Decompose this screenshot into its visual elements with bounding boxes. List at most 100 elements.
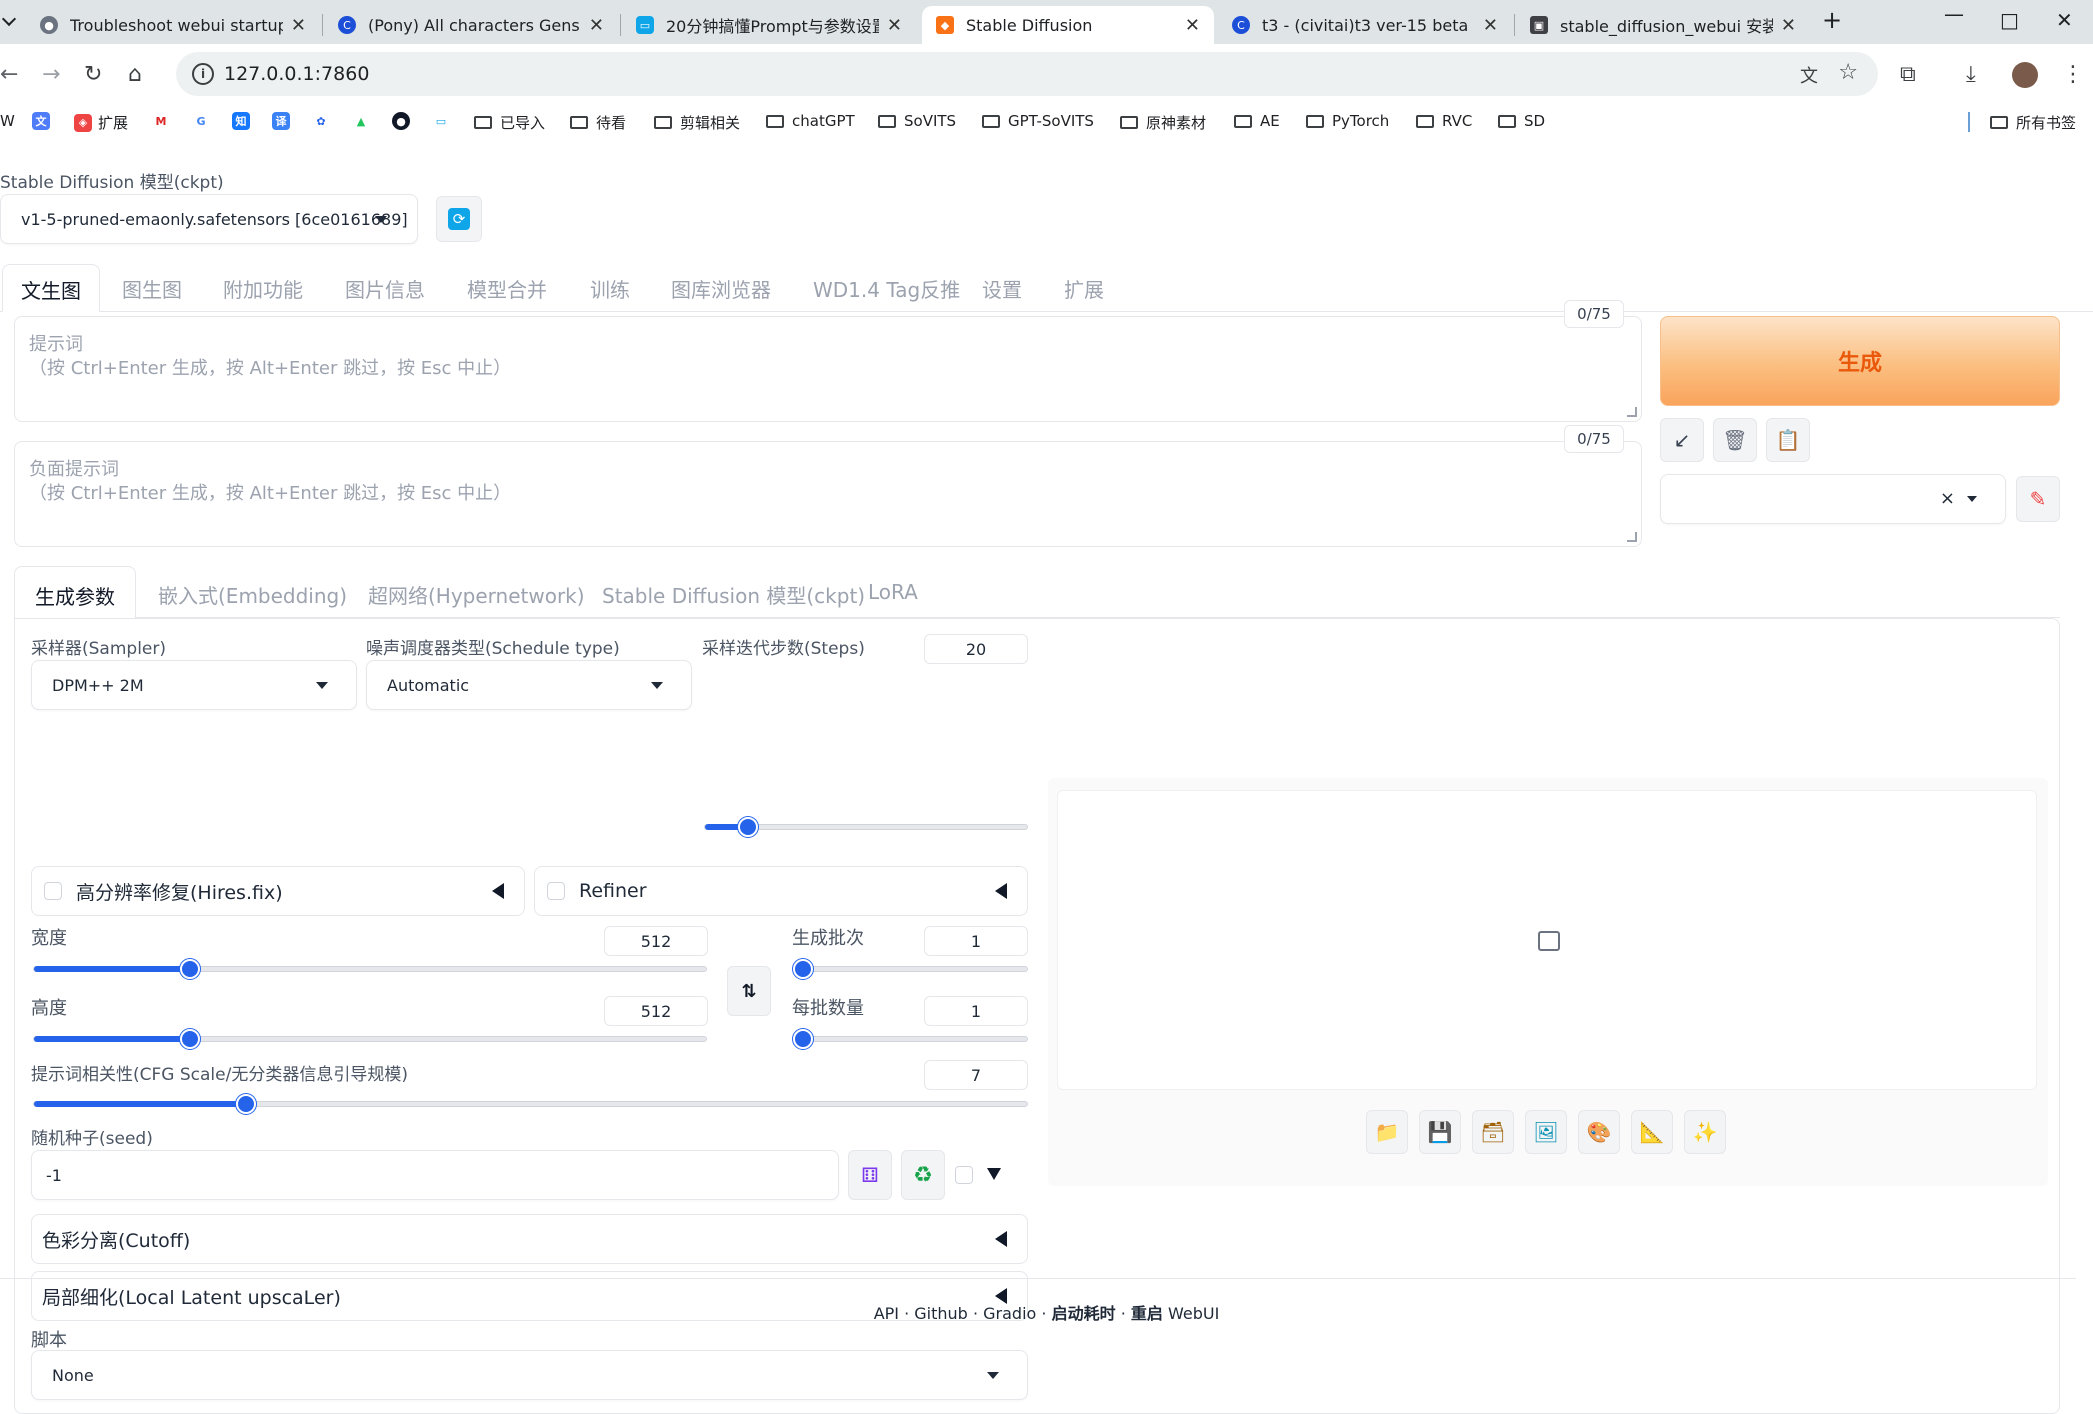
bookmark-star-icon[interactable]: ☆ bbox=[1838, 60, 1858, 85]
bookmark-folder-rvc[interactable]: RVC bbox=[1416, 112, 1472, 130]
footer-startup-profile-link[interactable]: 启动耗时 bbox=[1052, 1304, 1116, 1323]
bookmark-folder-imported[interactable]: 已导入 bbox=[474, 112, 545, 133]
extra-seed-toggle-icon[interactable] bbox=[987, 1168, 1001, 1180]
upscale-button[interactable]: ✨ bbox=[1684, 1110, 1726, 1154]
maximize-icon[interactable]: □ bbox=[2000, 8, 2019, 32]
footer-github-link[interactable]: Github bbox=[914, 1304, 968, 1323]
tab-lora[interactable]: LoRA bbox=[868, 580, 918, 604]
bookmark-folder-watch-later[interactable]: 待看 bbox=[570, 112, 626, 133]
close-icon[interactable]: ✕ bbox=[589, 15, 604, 36]
bookmark-translate[interactable]: 文 bbox=[32, 112, 56, 130]
tab-embedding[interactable]: 嵌入式(Embedding) bbox=[158, 580, 347, 609]
close-icon[interactable]: ✕ bbox=[1483, 15, 1498, 36]
bookmark-w[interactable]: W bbox=[0, 112, 15, 130]
bookmark-zhihu[interactable]: 知 bbox=[232, 112, 256, 130]
browser-tab-civitai[interactable]: C t3 - (civitai)t3 ver-15 beta | St ✕ bbox=[1218, 6, 1512, 44]
slider-thumb[interactable] bbox=[179, 1029, 200, 1049]
generate-button[interactable]: 生成 bbox=[1660, 316, 2060, 406]
bookmark-google[interactable]: G bbox=[192, 112, 216, 130]
resize-handle[interactable] bbox=[1627, 407, 1637, 417]
tab-search-chevron-icon[interactable] bbox=[1, 11, 17, 27]
download-icon[interactable]: ⤓ bbox=[1966, 62, 1976, 87]
script-select[interactable]: None bbox=[31, 1350, 1028, 1400]
bookmark-extensions[interactable]: ◈ 扩展 bbox=[74, 112, 128, 133]
clear-selection-icon[interactable]: × bbox=[1940, 488, 1955, 509]
footer-gradio-link[interactable]: Gradio bbox=[983, 1304, 1036, 1323]
bookmark-github[interactable]: ● bbox=[392, 112, 416, 130]
slider-thumb[interactable] bbox=[738, 817, 759, 837]
extra-seed-checkbox[interactable] bbox=[955, 1166, 973, 1184]
translate-icon[interactable]: 文 bbox=[1800, 62, 1818, 88]
schedule-type-select[interactable]: Automatic bbox=[366, 660, 692, 710]
close-icon[interactable]: ✕ bbox=[1781, 15, 1796, 36]
prompt-input[interactable]: 提示词 （按 Ctrl+Enter 生成，按 Alt+Enter 跳过，按 Es… bbox=[14, 316, 1642, 422]
height-slider[interactable] bbox=[33, 1029, 707, 1049]
bookmark-folder-chatgpt[interactable]: chatGPT bbox=[766, 112, 855, 130]
send-to-extras-button[interactable]: 📐 bbox=[1631, 1110, 1673, 1154]
slider-thumb[interactable] bbox=[179, 959, 200, 979]
clear-prompt-button[interactable]: 🗑 bbox=[1713, 418, 1757, 462]
height-input[interactable]: 512 bbox=[604, 996, 708, 1026]
refiner-checkbox[interactable] bbox=[547, 882, 565, 900]
new-tab-button[interactable]: + bbox=[1822, 6, 1842, 34]
footer-reload-link[interactable]: 重启 bbox=[1131, 1304, 1163, 1323]
random-seed-button[interactable]: ⚅ bbox=[848, 1150, 892, 1200]
reload-icon[interactable]: ↻ bbox=[84, 62, 102, 87]
steps-input[interactable]: 20 bbox=[924, 634, 1028, 664]
close-icon[interactable]: ✕ bbox=[1185, 15, 1200, 36]
save-button[interactable]: 💾 bbox=[1419, 1110, 1461, 1154]
apply-styles-button[interactable]: 📋 bbox=[1766, 418, 1810, 462]
tab-settings[interactable]: 设置 bbox=[982, 274, 1022, 303]
save-zip-button[interactable]: 🗃 bbox=[1472, 1110, 1514, 1154]
swap-dimensions-button[interactable]: ⇅ bbox=[727, 966, 771, 1016]
slider-thumb[interactable] bbox=[793, 1029, 813, 1049]
cfg-scale-slider[interactable] bbox=[33, 1094, 1028, 1114]
batch-size-slider[interactable] bbox=[793, 1029, 1028, 1049]
tab-checkpoints[interactable]: Stable Diffusion 模型(ckpt) bbox=[602, 580, 865, 609]
refresh-model-button[interactable]: ⟳ bbox=[436, 196, 482, 242]
slider-thumb[interactable] bbox=[793, 959, 813, 979]
batch-count-slider[interactable] bbox=[793, 959, 1028, 979]
bookmark-folder-sovits[interactable]: SoVITS bbox=[878, 112, 956, 130]
tab-hypernetwork[interactable]: 超网络(Hypernetwork) bbox=[368, 580, 585, 609]
profile-avatar[interactable] bbox=[2012, 62, 2038, 88]
tab-generation[interactable]: 生成参数 bbox=[14, 566, 136, 620]
browser-tab-troubleshoot[interactable]: ● Troubleshoot webui startup ✕ bbox=[26, 6, 320, 44]
back-icon[interactable]: ← bbox=[0, 62, 18, 87]
width-input[interactable]: 512 bbox=[604, 926, 708, 956]
bookmark-folder-all[interactable]: 所有书签 bbox=[1990, 112, 2076, 133]
open-folder-button[interactable]: 📁 bbox=[1366, 1110, 1408, 1154]
tab-wd14-tagger[interactable]: WD1.4 Tag反推 bbox=[813, 274, 960, 303]
bookmark-fanyi[interactable]: 译 bbox=[272, 112, 296, 130]
sampler-select[interactable]: DPM++ 2M bbox=[31, 660, 357, 710]
tab-img2img[interactable]: 图生图 bbox=[122, 274, 182, 303]
address-bar[interactable]: i 127.0.0.1:7860 文 ☆ bbox=[176, 52, 1878, 96]
hires-fix-accordion[interactable]: 高分辨率修复(Hires.fix) bbox=[31, 866, 525, 916]
extensions-icon[interactable]: ⧉ bbox=[1900, 62, 1916, 87]
window-close-icon[interactable]: ✕ bbox=[2056, 8, 2073, 32]
edit-styles-button[interactable]: ✎ bbox=[2016, 476, 2060, 522]
batch-size-input[interactable]: 1 bbox=[924, 996, 1028, 1026]
send-to-img2img-button[interactable]: 🖼 bbox=[1525, 1110, 1567, 1154]
refiner-accordion[interactable]: Refiner bbox=[534, 866, 1028, 916]
forward-icon[interactable]: → bbox=[42, 62, 60, 87]
bookmark-gmail[interactable]: M bbox=[152, 112, 176, 130]
styles-select[interactable]: × bbox=[1660, 474, 2006, 524]
bookmark-baidu[interactable]: ✿ bbox=[312, 112, 336, 130]
site-info-icon[interactable]: i bbox=[192, 63, 214, 85]
seed-input[interactable]: -1 bbox=[31, 1150, 839, 1200]
tab-checkpoint-merger[interactable]: 模型合并 bbox=[467, 274, 547, 303]
browser-tab-pony[interactable]: C (Pony) All characters Gensh ✕ bbox=[324, 6, 618, 44]
width-slider[interactable] bbox=[33, 959, 707, 979]
steps-slider[interactable] bbox=[704, 817, 1028, 837]
menu-kebab-icon[interactable]: ⋮ bbox=[2062, 62, 2084, 87]
cfg-scale-input[interactable]: 7 bbox=[924, 1060, 1028, 1090]
browser-tab-bilibili[interactable]: ▭ 20分钟搞懂Prompt与参数设置 ✕ bbox=[622, 6, 916, 44]
browser-tab-stable-diffusion[interactable]: ◆ Stable Diffusion ✕ bbox=[922, 6, 1214, 44]
tab-image-browser[interactable]: 图库浏览器 bbox=[671, 274, 771, 303]
bookmark-folder-editing[interactable]: 剪辑相关 bbox=[654, 112, 740, 133]
bookmark-folder-gpt-sovits[interactable]: GPT-SoVITS bbox=[982, 112, 1094, 130]
tab-txt2img[interactable]: 文生图 bbox=[2, 264, 100, 312]
resize-handle[interactable] bbox=[1627, 532, 1637, 542]
bookmark-folder-pytorch[interactable]: PyTorch bbox=[1306, 112, 1389, 130]
